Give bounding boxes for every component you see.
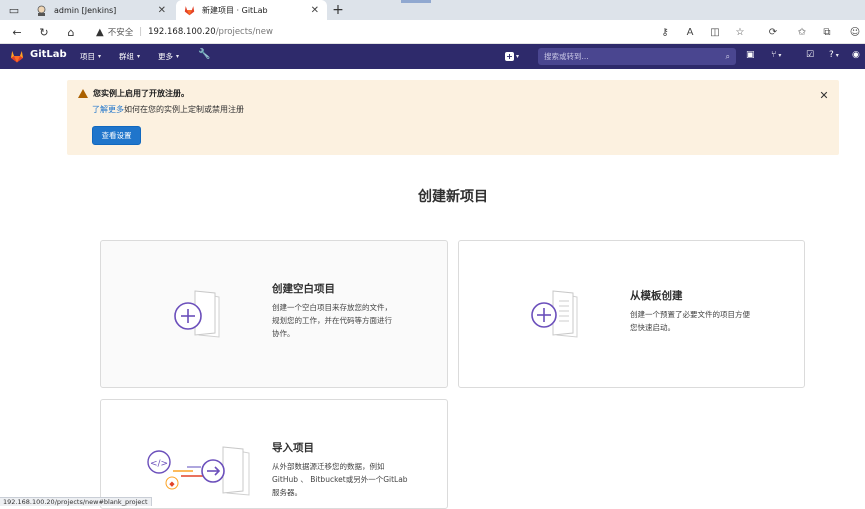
blank-project-title: 创建空白项目	[272, 283, 335, 295]
tab-gitlab-new-project[interactable]: 新建项目 · GitLab ✕	[176, 0, 327, 20]
menu-more-label: 更多	[158, 52, 173, 61]
new-dropdown-button[interactable]: + ▾	[505, 49, 527, 63]
import-project-illustration-icon: </> ◆	[147, 446, 250, 496]
blank-project-description: 创建一个空白项目来存放您的文件， 规划您的工作，并在代码等方面进行 协作。	[272, 303, 392, 338]
gitlab-logo-icon[interactable]	[10, 50, 24, 63]
warning-icon: ▲	[96, 26, 104, 38]
extensions-icon[interactable]: ⟳	[764, 23, 782, 41]
create-from-template-card[interactable]: 从模板创建 创建一个预置了必要文件的项目方便 您快速启动。	[458, 240, 805, 388]
browser-address-bar: ← ↻ ⌂ ▲ 不安全 | 192.168.100.20 /projects/n…	[0, 20, 865, 44]
url-field[interactable]: ▲ 不安全 | 192.168.100.20 /projects/new	[96, 23, 676, 41]
issues-icon[interactable]: ▣	[746, 50, 755, 60]
window-drag-indicator	[401, 0, 431, 3]
url-path: /projects/new	[215, 27, 273, 37]
key-icon[interactable]: ⚷	[656, 23, 674, 41]
gitlab-top-nav: GitLab 项目 ▾ 群组 ▾ 更多 ▾ 🔧 + ▾ ⌕ ▣ ⑂▾ ☑ ?▾ …	[0, 44, 865, 69]
template-description: 创建一个预置了必要文件的项目方便 您快速启动。	[630, 310, 750, 332]
svg-text:◆: ◆	[169, 480, 175, 488]
split-screen-icon[interactable]: ◫	[706, 23, 724, 41]
search-box[interactable]: ⌕	[538, 48, 736, 65]
back-arrow-icon[interactable]: ←	[8, 23, 26, 41]
user-avatar-icon[interactable]: ◉	[852, 50, 860, 60]
admin-wrench-icon[interactable]: 🔧	[198, 49, 210, 60]
page-title: 创建新项目	[418, 189, 488, 205]
close-icon[interactable]: ✕	[158, 5, 166, 16]
jenkins-favicon-icon	[36, 5, 47, 16]
tab-jenkins[interactable]: admin [Jenkins] ✕	[28, 0, 174, 20]
tab-label: 新建项目 · GitLab	[202, 5, 268, 15]
template-title: 从模板创建	[630, 290, 683, 302]
favorites-list-icon[interactable]: ✩	[793, 23, 811, 41]
tab-actions-icon[interactable]: ▭	[6, 3, 22, 17]
chevron-down-icon: ▾	[176, 53, 180, 60]
learn-more-link[interactable]: 了解更多	[92, 105, 124, 114]
alert-body-text: 如何在您的实例上定制或禁用注册	[124, 105, 244, 114]
read-aloud-icon[interactable]: A	[681, 23, 699, 41]
alert-title-text: 您实例上启用了开放注册。	[93, 89, 189, 98]
import-project-title: 导入项目	[272, 442, 314, 454]
tab-label: admin [Jenkins]	[54, 5, 117, 15]
help-icon[interactable]: ? ▾	[829, 50, 839, 60]
search-input[interactable]	[544, 52, 726, 61]
favorite-star-icon[interactable]: ☆	[731, 23, 749, 41]
svg-text:</>: </>	[150, 459, 168, 469]
gitlab-brand[interactable]: GitLab	[30, 49, 67, 60]
alert-body: 了解更多如何在您的实例上定制或禁用注册	[92, 104, 244, 115]
menu-projects-label: 项目	[80, 52, 95, 61]
collections-icon[interactable]: ⧉	[818, 23, 836, 41]
url-host: 192.168.100.20	[148, 27, 216, 37]
import-project-card[interactable]: </> ◆ 导入项目 从外部数据源迁移您的数据，例如 GitHub 、 Bitb…	[100, 399, 448, 509]
chevron-down-icon: ▾	[137, 53, 141, 60]
warning-icon	[78, 89, 88, 98]
chevron-down-icon: ▾	[516, 52, 520, 60]
close-icon[interactable]: ✕	[311, 5, 319, 16]
browser-tab-strip: ▭ admin [Jenkins] ✕ 新建项目 · GitLab ✕ +	[0, 0, 865, 20]
open-registration-alert: 您实例上启用了开放注册。 了解更多如何在您的实例上定制或禁用注册 查看设置 ✕	[67, 80, 839, 155]
alert-title: 您实例上启用了开放注册。	[78, 88, 189, 99]
new-tab-icon[interactable]: +	[330, 1, 346, 19]
todos-icon[interactable]: ☑	[806, 50, 814, 60]
search-icon: ⌕	[725, 51, 730, 61]
blank-project-illustration-icon	[174, 290, 220, 338]
menu-more[interactable]: 更多 ▾	[158, 51, 179, 62]
profile-icon[interactable]: ☺	[846, 23, 864, 41]
view-settings-button[interactable]: 查看设置	[92, 126, 141, 145]
reload-icon[interactable]: ↻	[35, 23, 53, 41]
browser-status-url: 192.168.100.20/projects/new#blank_projec…	[0, 497, 152, 506]
chevron-down-icon: ▾	[98, 53, 102, 60]
home-icon[interactable]: ⌂	[62, 23, 80, 41]
merge-requests-icon[interactable]: ⑂ ▾	[771, 50, 781, 60]
url-divider: |	[139, 27, 143, 37]
close-icon[interactable]: ✕	[817, 88, 831, 102]
import-project-description: 从外部数据源迁移您的数据，例如 GitHub 、 Bitbucket或另外一个G…	[272, 462, 408, 497]
gitlab-favicon-icon	[184, 5, 195, 16]
template-illustration-icon	[531, 290, 578, 338]
plus-square-icon: +	[505, 51, 514, 61]
menu-projects[interactable]: 项目 ▾	[80, 51, 101, 62]
menu-groups[interactable]: 群组 ▾	[119, 51, 140, 62]
security-label: 不安全	[107, 28, 134, 38]
menu-groups-label: 群组	[119, 52, 134, 61]
create-blank-project-card[interactable]: 创建空白项目 创建一个空白项目来存放您的文件， 规划您的工作，并在代码等方面进行…	[100, 240, 448, 388]
